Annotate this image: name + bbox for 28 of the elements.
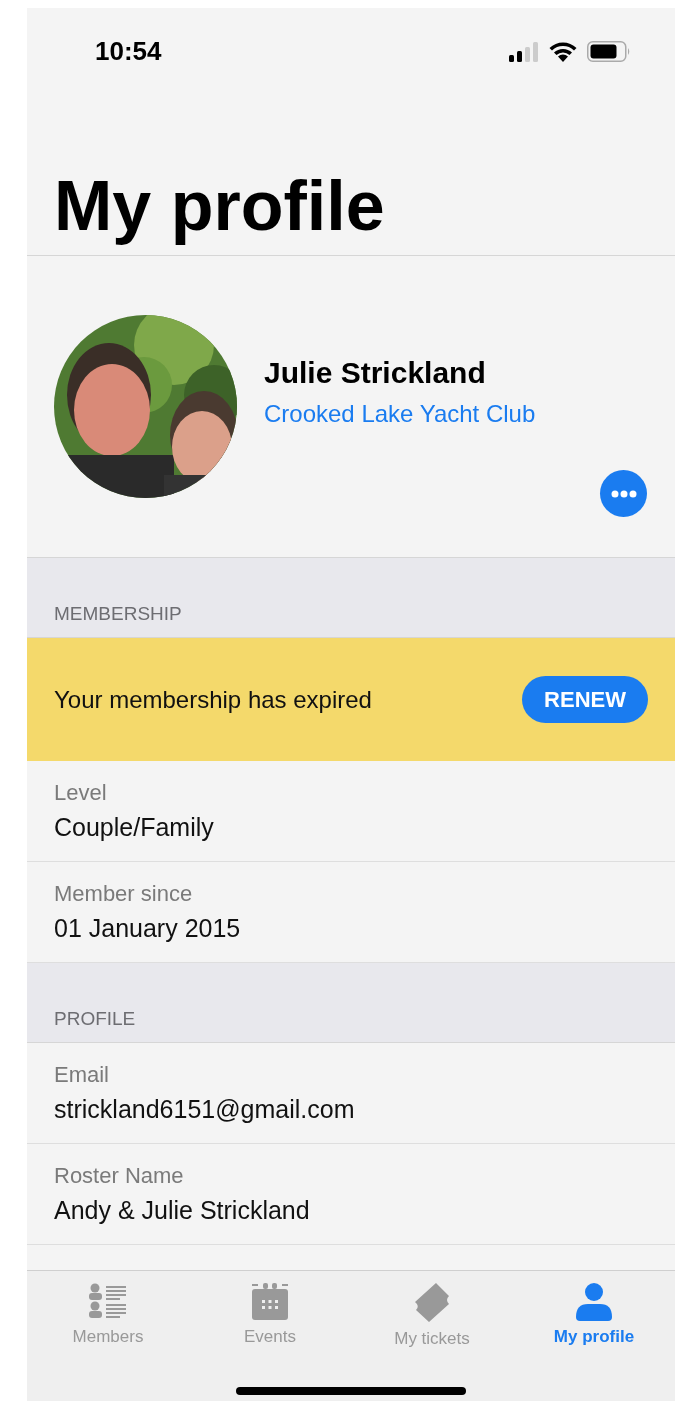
tab-item[interactable]: My tickets [351,1279,513,1353]
signal-icon [509,41,539,62]
tab-item[interactable]: Events [189,1279,351,1353]
field-label: Roster Name [54,1162,185,1190]
status-time: 10:54 [95,36,162,67]
field-label: Level [54,779,108,807]
more-button[interactable] [600,470,647,517]
member-name: Julie Strickland [264,355,487,390]
person-icon [575,1283,613,1321]
wifi-icon [549,41,577,62]
member-list-icon [88,1283,128,1321]
tab-item[interactable]: Members [27,1279,189,1353]
field-value: Andy & Julie Strickland [54,1195,311,1226]
renew-button[interactable]: RENEW [522,676,648,723]
section-header: PROFILE [54,1008,136,1030]
field-value: Couple/Family [54,812,215,843]
field-value: strickland6151@gmail.com [54,1094,356,1125]
battery-icon [587,41,631,62]
section-header: MEMBERSHIP [54,603,182,625]
calendar-icon [251,1283,289,1321]
more-icon [610,489,637,498]
field-label: Member since [54,880,194,908]
club-link[interactable]: Crooked Lake Yacht Club [264,399,536,428]
ticket-icon [412,1283,452,1323]
field-label: Email [54,1061,110,1089]
field-value: 01 January 2015 [54,913,242,944]
banner-message: Your membership has expired [54,685,372,714]
tab-item[interactable]: My profile [513,1279,675,1353]
